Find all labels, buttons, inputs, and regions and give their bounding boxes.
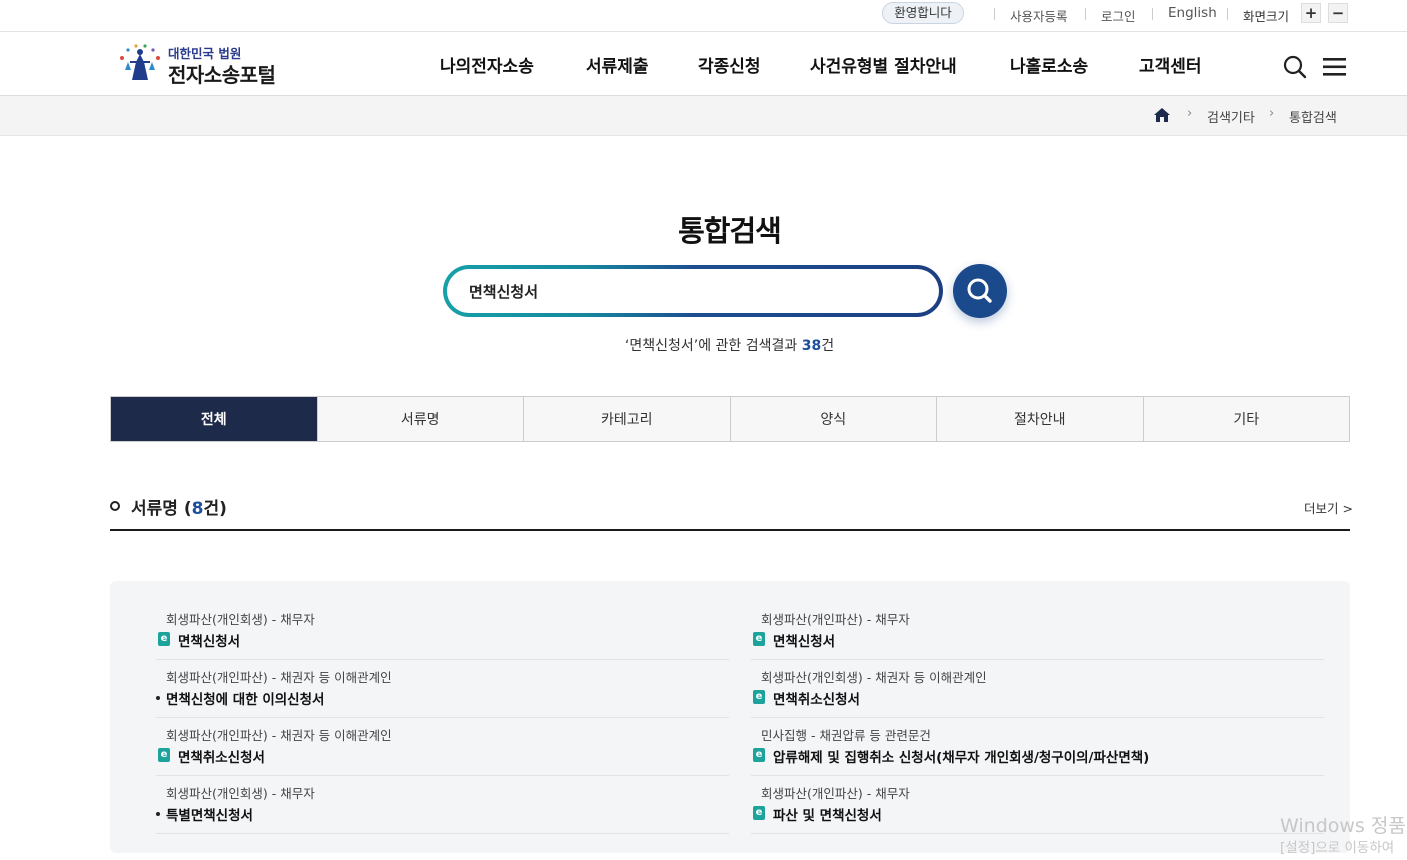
chevron-right-icon: ›	[1269, 106, 1275, 121]
item-name[interactable]: 면책취소신청서	[178, 746, 265, 766]
login-link[interactable]: 로그인	[1101, 6, 1136, 25]
e-form-icon: e	[753, 632, 765, 646]
menu-icon[interactable]	[1322, 54, 1348, 80]
item-name[interactable]: 면책신청서	[773, 630, 835, 650]
list-item[interactable]: 회생파산(개인회생) - 채무자 e 면책신청서	[156, 602, 729, 660]
item-category: 회생파산(개인파산) - 채권자 등 이해관계인	[166, 728, 392, 743]
nav-document-submit[interactable]: 서류제출	[586, 52, 649, 77]
nav-self-litigation[interactable]: 나홀로소송	[1010, 52, 1088, 77]
tab-procedure-guide[interactable]: 절차안내	[936, 397, 1143, 441]
item-category: 회생파산(개인회생) - 채권자 등 이해관계인	[761, 670, 987, 685]
breadcrumb-current[interactable]: 통합검색	[1289, 107, 1337, 126]
welcome-badge: 환영합니다	[882, 2, 964, 24]
item-name[interactable]: 압류해제 및 집행취소 신청서(채무자 개인회생/청구이의/파산면책)	[773, 746, 1149, 766]
english-link[interactable]: English	[1168, 5, 1217, 21]
tab-category[interactable]: 카테고리	[523, 397, 730, 441]
item-name[interactable]: 특별면책신청서	[166, 804, 253, 824]
chevron-right-icon: ›	[1187, 106, 1193, 121]
results-column-left: 회생파산(개인회생) - 채무자 e 면책신청서 회생파산(개인파산) - 채권…	[156, 602, 729, 834]
zoom-in-button[interactable]: +	[1301, 3, 1321, 23]
divider	[1227, 8, 1228, 20]
nav-my-efiling[interactable]: 나의전자소송	[440, 52, 534, 77]
bullet-icon	[156, 696, 160, 700]
divider	[1152, 8, 1153, 20]
item-category: 회생파산(개인회생) - 채무자	[166, 786, 315, 801]
item-category: 회생파산(개인파산) - 채무자	[761, 786, 910, 801]
windows-watermark-sub: [설정]으로 이동하여	[1280, 840, 1395, 856]
home-icon[interactable]	[1153, 107, 1171, 123]
site-header: 대한민국 법원 전자소송포털 나의전자소송 서류제출 각종신청 사건유형별 절차…	[0, 32, 1407, 96]
item-category: 민사집행 - 채권압류 등 관련문건	[761, 728, 931, 743]
tab-etc[interactable]: 기타	[1142, 397, 1350, 441]
section-count-close: 건)	[203, 499, 227, 519]
results-column-right: 회생파산(개인파산) - 채무자 e 면책신청서 회생파산(개인회생) - 채권…	[751, 602, 1324, 834]
result-summary-text: ‘면책신청서’에 관한 검색결과	[624, 338, 802, 354]
list-item[interactable]: 회생파산(개인파산) - 채무자 e 파산 및 면책신청서	[751, 776, 1324, 834]
result-summary: ‘면책신청서’에 관한 검색결과 38건	[0, 335, 1407, 355]
section-marker-icon	[110, 501, 120, 511]
list-item[interactable]: 민사집행 - 채권압류 등 관련문건 e 압류해제 및 집행취소 신청서(채무자…	[751, 718, 1324, 776]
search-box	[443, 265, 943, 317]
divider	[110, 529, 1350, 531]
divider	[1085, 8, 1086, 20]
e-form-icon: e	[158, 748, 170, 762]
more-link[interactable]: 더보기 >	[1304, 498, 1353, 517]
tab-form[interactable]: 양식	[729, 397, 937, 441]
item-category: 회생파산(개인파산) - 채권자 등 이해관계인	[166, 670, 392, 685]
nav-procedure-guide[interactable]: 사건유형별 절차안내	[810, 52, 957, 77]
list-item[interactable]: 회생파산(개인회생) - 채무자 특별면책신청서	[156, 776, 729, 834]
item-name[interactable]: 면책신청서	[178, 630, 240, 650]
result-count-unit: 건	[821, 338, 835, 354]
e-form-icon: e	[753, 748, 765, 762]
item-name[interactable]: 면책취소신청서	[773, 688, 860, 708]
list-item[interactable]: 회생파산(개인파산) - 채권자 등 이해관계인 면책신청에 대한 이의신청서	[156, 660, 729, 718]
search-input[interactable]	[469, 282, 909, 300]
result-tabs: 전체 서류명 카테고리 양식 절차안내 기타	[110, 396, 1350, 442]
register-link[interactable]: 사용자등록	[1010, 6, 1068, 25]
item-name[interactable]: 면책신청에 대한 이의신청서	[166, 688, 324, 708]
tab-all[interactable]: 전체	[111, 397, 317, 441]
e-form-icon: e	[753, 690, 765, 704]
search-button[interactable]	[953, 264, 1007, 318]
item-category: 회생파산(개인회생) - 채무자	[166, 612, 315, 627]
section-title-text: 서류명	[131, 499, 178, 519]
e-form-icon: e	[158, 632, 170, 646]
breadcrumb: › 검색기타 › 통합검색	[0, 96, 1407, 136]
nav-customer-center[interactable]: 고객센터	[1139, 52, 1202, 77]
list-item[interactable]: 회생파산(개인파산) - 채권자 등 이해관계인 e 면책취소신청서	[156, 718, 729, 776]
item-name[interactable]: 파산 및 면책신청서	[773, 804, 882, 824]
list-item[interactable]: 회생파산(개인회생) - 채권자 등 이해관계인 e 면책취소신청서	[751, 660, 1324, 718]
search-icon	[967, 278, 992, 303]
court-logo-icon[interactable]	[114, 40, 164, 88]
result-count: 38	[801, 338, 822, 354]
section-count: 8	[191, 499, 204, 519]
item-category: 회생파산(개인파산) - 채무자	[761, 612, 910, 627]
zoom-out-button[interactable]: −	[1328, 3, 1348, 23]
page-title: 통합검색	[678, 214, 782, 248]
search-input-wrapper	[447, 269, 939, 313]
divider	[994, 8, 995, 20]
utility-bar: 환영합니다 사용자등록 로그인 English 화면크기 + −	[0, 0, 1407, 32]
e-form-icon: e	[753, 806, 765, 820]
list-item[interactable]: 회생파산(개인파산) - 채무자 e 면책신청서	[751, 602, 1324, 660]
font-size-label: 화면크기	[1243, 9, 1290, 24]
nav-applications[interactable]: 각종신청	[698, 52, 761, 77]
bullet-icon	[156, 812, 160, 816]
tab-document-name[interactable]: 서류명	[316, 397, 524, 441]
breadcrumb-item[interactable]: 검색기타	[1207, 107, 1255, 126]
search-icon[interactable]	[1282, 54, 1308, 80]
logo-title[interactable]: 전자소송포털	[168, 59, 276, 88]
windows-watermark: Windows 정품	[1280, 815, 1406, 837]
section-count-open: (	[177, 499, 192, 519]
section-title: 서류명 (8건)	[131, 494, 227, 519]
